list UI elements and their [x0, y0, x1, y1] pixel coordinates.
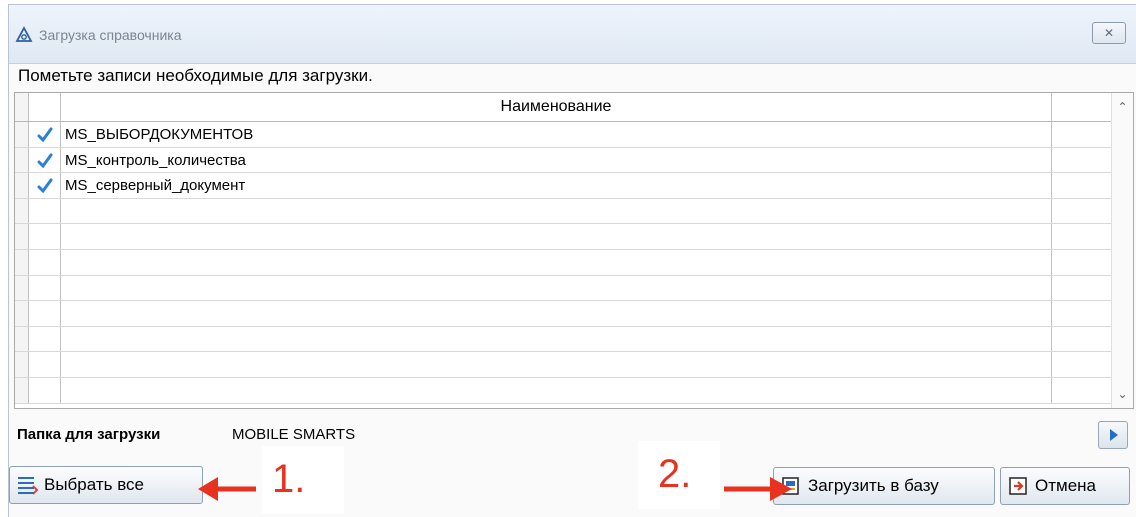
row-checkbox[interactable]: [29, 326, 61, 352]
step2-label: 2.: [658, 452, 692, 496]
table-row[interactable]: MS_контроль_количества: [15, 147, 1112, 174]
table-row[interactable]: [15, 352, 1112, 378]
row-indicator: [15, 224, 29, 249]
step2-arrow-icon: [724, 477, 792, 501]
row-checkbox[interactable]: [29, 224, 61, 249]
checkmark-icon: [37, 153, 53, 168]
title-bar: Загрузка справочника ✕: [9, 5, 1136, 64]
instruction-text: Пометьте записи необходимые для загрузки…: [18, 66, 373, 85]
scroll-up-icon[interactable]: ⌃: [1112, 97, 1133, 117]
table-row[interactable]: [15, 326, 1112, 353]
scroll-down-icon[interactable]: ⌄: [1112, 384, 1133, 404]
checkmark-icon: [37, 178, 53, 194]
table-row[interactable]: [15, 301, 1112, 327]
row-checkbox[interactable]: [29, 173, 61, 198]
step1-label: 1.: [272, 457, 306, 501]
table-row[interactable]: [15, 377, 1112, 404]
cancel-button[interactable]: Отмена: [1000, 467, 1130, 505]
folder-select-button[interactable]: [1098, 421, 1128, 449]
row-checkbox[interactable]: [29, 377, 61, 403]
row-checkbox[interactable]: [29, 301, 61, 326]
window-title: Загрузка справочника: [39, 27, 182, 43]
folder-label: Папка для загрузки: [17, 426, 161, 443]
row-indicator: [15, 275, 29, 301]
row-name: MS_контроль_количества: [65, 151, 246, 169]
row-checkbox[interactable]: [29, 198, 61, 224]
table-row[interactable]: [15, 224, 1112, 250]
step1-arrow-icon: [198, 477, 256, 501]
vertical-scrollbar[interactable]: ⌃ ⌄: [1111, 93, 1133, 408]
cancel-label: Отмена: [1035, 476, 1096, 495]
select-all-button[interactable]: Выбрать все: [9, 466, 203, 504]
row-indicator: [15, 301, 29, 326]
row-indicator: [15, 173, 29, 198]
close-icon: ✕: [1103, 26, 1115, 40]
row-indicator: [15, 198, 29, 224]
cancel-icon: [1007, 475, 1029, 497]
load-to-db-label: Загрузить в базу: [808, 476, 939, 495]
row-indicator-header: [15, 93, 29, 121]
checkmark-icon: [37, 127, 53, 143]
column-header-name[interactable]: Наименование: [61, 93, 1052, 121]
row-indicator: [15, 352, 29, 377]
table-row[interactable]: [15, 275, 1112, 302]
row-name: MS_серверный_документ: [65, 177, 246, 195]
row-indicator: [15, 122, 29, 147]
row-indicator: [15, 326, 29, 352]
close-button[interactable]: ✕: [1092, 22, 1126, 44]
select-all-label: Выбрать все: [44, 475, 144, 494]
row-checkbox[interactable]: [29, 122, 61, 147]
row-checkbox[interactable]: [29, 147, 61, 173]
row-checkbox[interactable]: [29, 352, 61, 377]
table-row[interactable]: [15, 249, 1112, 276]
play-arrow-icon: [1110, 429, 1118, 441]
row-name: MS_ВЫБОРДОКУМЕНТОВ: [65, 126, 254, 143]
grid-rows: MS_ВЫБОРДОКУМЕНТОВ MS_контроль_количества…: [15, 122, 1112, 404]
check-column-header[interactable]: [29, 93, 61, 121]
load-to-db-button[interactable]: Загрузить в базу: [773, 467, 995, 505]
table-row[interactable]: MS_ВЫБОРДОКУМЕНТОВ: [15, 122, 1112, 148]
row-indicator: [15, 147, 29, 173]
row-indicator: [15, 249, 29, 275]
table-row[interactable]: MS_серверный_документ: [15, 173, 1112, 199]
row-checkbox[interactable]: [29, 249, 61, 275]
grid-header: Наименование: [15, 93, 1133, 122]
app-icon: [15, 26, 33, 44]
folder-value: MOBILE SMARTS: [232, 426, 356, 443]
list-icon: [16, 474, 39, 496]
row-checkbox[interactable]: [29, 275, 61, 301]
extra-column-header: [1052, 93, 1112, 121]
row-indicator: [15, 377, 29, 403]
records-grid[interactable]: Наименование MS_ВЫБОРДОКУМЕНТОВ MS_контро…: [14, 92, 1134, 409]
table-row[interactable]: [15, 198, 1112, 225]
